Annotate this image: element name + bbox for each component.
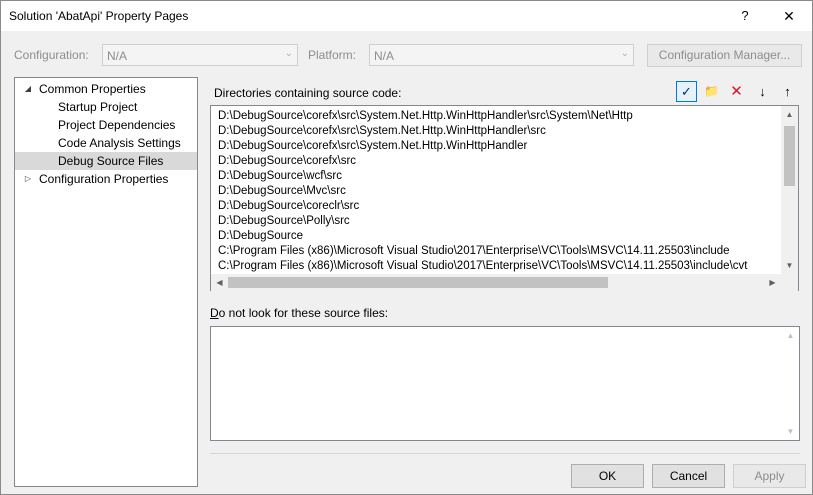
title-bar: Solution 'AbatApi' Property Pages ? ✕	[1, 1, 812, 31]
tree-item-code-analysis-settings[interactable]: Code Analysis Settings	[15, 134, 197, 152]
ok-button[interactable]: OK	[571, 464, 644, 488]
source-directories-items: D:\DebugSource\corefx\src\System.Net.Htt…	[211, 106, 779, 274]
exclude-files-mnemonic: D	[210, 306, 219, 320]
vertical-scrollbar[interactable]: ▲ ▼	[782, 327, 799, 440]
close-button[interactable]: ✕	[772, 4, 806, 28]
delete-icon[interactable]: ✕	[726, 81, 747, 102]
list-item[interactable]: D:\DebugSource\Mvc\src	[218, 184, 346, 199]
arrow-down-icon[interactable]: ↓	[752, 81, 773, 102]
exclude-files-label: Do not look for these source files:	[210, 306, 388, 320]
scroll-up-icon[interactable]: ▲	[781, 106, 798, 123]
chevron-down-icon: ⌄	[620, 48, 629, 59]
configuration-label: Configuration:	[14, 48, 89, 62]
tree-item-label: Code Analysis Settings	[58, 136, 181, 150]
tree-item-common-properties[interactable]: ◢ Common Properties	[15, 80, 197, 98]
configuration-manager-button[interactable]: Configuration Manager...	[647, 44, 802, 67]
tree-item-startup-project[interactable]: Startup Project	[15, 98, 197, 116]
list-item[interactable]: C:\Program Files (x86)\Microsoft Visual …	[218, 244, 730, 259]
platform-label: Platform:	[308, 48, 357, 62]
platform-value: N/A	[374, 49, 395, 63]
source-directories-label: Directories containing source code:	[214, 86, 402, 100]
help-button[interactable]: ?	[728, 4, 762, 28]
list-item[interactable]: D:\DebugSource\coreclr\src	[218, 199, 359, 214]
expand-triangle-icon[interactable]: ▷	[22, 170, 34, 188]
list-item[interactable]: D:\DebugSource	[218, 229, 303, 244]
exclude-files-textarea[interactable]: ▲ ▼	[210, 326, 800, 441]
tree-item-label: Common Properties	[39, 82, 146, 96]
vertical-scrollbar[interactable]: ▲ ▼	[781, 106, 798, 274]
tree-item-debug-source-files[interactable]: Debug Source Files	[15, 152, 197, 170]
tree-item-label: Debug Source Files	[58, 154, 164, 168]
scroll-left-icon[interactable]: ◀	[211, 274, 228, 291]
scroll-down-icon[interactable]: ▼	[781, 257, 798, 274]
configuration-value: N/A	[107, 49, 128, 63]
property-pages-window: Solution 'AbatApi' Property Pages ? ✕ Co…	[0, 0, 813, 495]
tree-item-label: Project Dependencies	[58, 118, 176, 132]
property-tree: ◢ Common Properties Startup Project Proj…	[14, 77, 198, 487]
cancel-button[interactable]: Cancel	[652, 464, 725, 488]
platform-dropdown[interactable]: N/A ⌄	[369, 44, 634, 66]
list-item[interactable]: D:\DebugSource\corefx\src	[218, 154, 356, 169]
new-folder-icon[interactable]: 📁	[701, 81, 722, 102]
configuration-dropdown[interactable]: N/A ⌄	[102, 44, 298, 66]
window-title: Solution 'AbatApi' Property Pages	[9, 9, 189, 23]
divider	[210, 453, 800, 454]
apply-button[interactable]: Apply	[733, 464, 806, 488]
scroll-thumb[interactable]	[228, 277, 608, 288]
scroll-right-icon[interactable]: ▶	[764, 274, 781, 291]
source-directories-list[interactable]: D:\DebugSource\corefx\src\System.Net.Htt…	[210, 105, 799, 291]
chevron-down-icon: ⌄	[284, 48, 293, 59]
arrow-up-icon[interactable]: ↑	[777, 81, 798, 102]
exclude-files-label-text: o not look for these source files:	[218, 306, 389, 320]
list-item[interactable]: D:\DebugSource\wcf\src	[218, 169, 342, 184]
tree-item-project-dependencies[interactable]: Project Dependencies	[15, 116, 197, 134]
scroll-thumb[interactable]	[784, 126, 795, 186]
list-item[interactable]: C:\Program Files (x86)\Microsoft Visual …	[218, 259, 747, 274]
scroll-down-icon[interactable]: ▼	[782, 423, 799, 440]
tree-item-configuration-properties[interactable]: ▷ Configuration Properties	[15, 170, 197, 188]
tree-item-label: Startup Project	[58, 100, 138, 114]
check-icon[interactable]: ✓	[676, 81, 697, 102]
list-item[interactable]: D:\DebugSource\corefx\src\System.Net.Htt…	[218, 139, 527, 154]
collapse-triangle-icon[interactable]: ◢	[22, 80, 34, 98]
scrollbar-corner	[781, 274, 798, 291]
horizontal-scrollbar[interactable]: ◀ ▶	[211, 274, 781, 291]
list-item[interactable]: D:\DebugSource\corefx\src\System.Net.Htt…	[218, 109, 633, 124]
scroll-up-icon[interactable]: ▲	[782, 327, 799, 344]
list-item[interactable]: D:\DebugSource\corefx\src\System.Net.Htt…	[218, 124, 546, 139]
list-item[interactable]: D:\DebugSource\Polly\src	[218, 214, 350, 229]
tree-item-label: Configuration Properties	[39, 172, 169, 186]
